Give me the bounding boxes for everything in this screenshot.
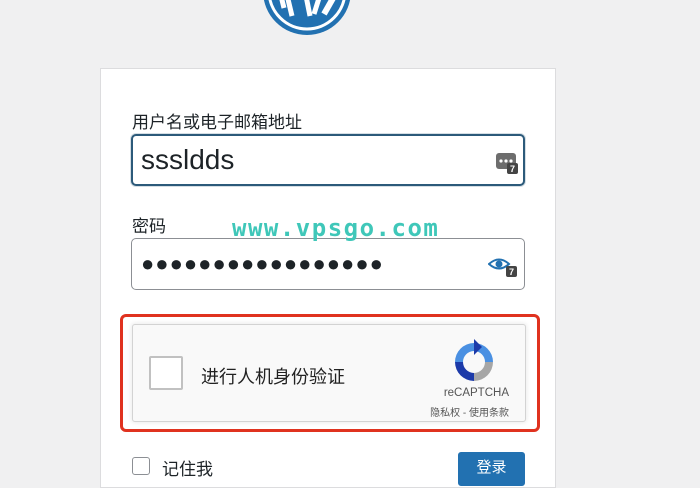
remember-me-checkbox[interactable] <box>132 457 150 475</box>
show-password-icon[interactable]: 7 <box>488 253 518 277</box>
password-input[interactable]: ●●●●●●●●●●●●●●●●● 7 <box>131 238 525 290</box>
recaptcha-logo-icon <box>455 339 493 381</box>
password-label: 密码 <box>132 217 166 236</box>
recaptcha-widget: 进行人机身份验证 reCAPTCHA 隐私权 - 使用条款 <box>132 324 526 422</box>
remember-me-label: 记住我 <box>162 460 213 479</box>
username-label: 用户名或电子邮箱地址 <box>132 113 302 132</box>
password-value: ●●●●●●●●●●●●●●●●● <box>141 251 384 276</box>
recaptcha-brand: reCAPTCHA <box>443 387 509 399</box>
username-value: sssldds <box>141 144 235 175</box>
username-input[interactable]: sssldds 7 <box>131 134 525 186</box>
recaptcha-checkbox[interactable] <box>149 356 183 390</box>
login-button[interactable]: 登录 <box>458 452 525 486</box>
wordpress-logo-icon <box>263 0 351 35</box>
watermark: www.vpsgo.com <box>232 214 440 242</box>
recaptcha-privacy-terms-links[interactable]: 隐私权 - 使用条款 <box>430 404 509 419</box>
password-manager-icon[interactable]: 7 <box>495 150 519 174</box>
svg-text:7: 7 <box>509 267 514 277</box>
recaptcha-prompt: 进行人机身份验证 <box>201 367 345 387</box>
svg-text:7: 7 <box>510 164 515 174</box>
